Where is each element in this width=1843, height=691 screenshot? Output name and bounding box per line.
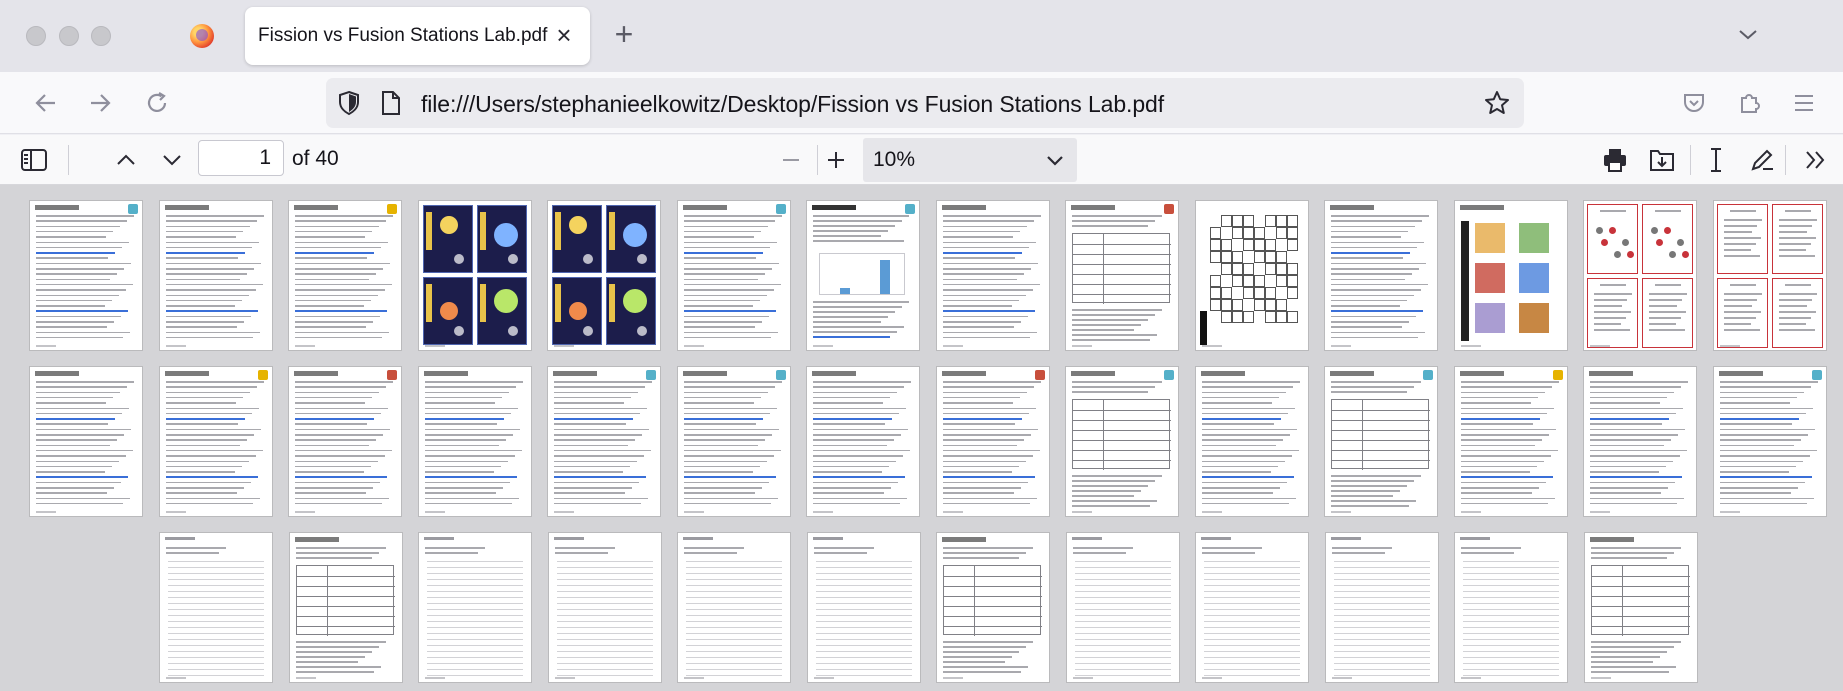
reload-icon[interactable]	[143, 89, 171, 117]
menu-icon[interactable]	[1790, 89, 1818, 117]
window-zoom-button[interactable]	[91, 26, 111, 46]
active-tab[interactable]: Fission vs Fusion Stations Lab.pdf ×	[245, 7, 590, 65]
tab-title: Fission vs Fusion Stations Lab.pdf	[258, 25, 548, 46]
pdf-page-thumbnail[interactable]	[418, 367, 531, 516]
pdf-page-thumbnail[interactable]	[1584, 533, 1697, 682]
pdf-page-thumbnail[interactable]	[419, 533, 531, 682]
tab-strip: Fission vs Fusion Stations Lab.pdf × +	[0, 0, 1843, 72]
pdf-page-thumbnail[interactable]	[937, 533, 1049, 682]
new-tab-button[interactable]: +	[609, 18, 639, 50]
pdf-toolbar: 1 of 40 10%	[0, 135, 1843, 185]
chevron-down-icon[interactable]	[158, 146, 186, 174]
back-arrow-icon[interactable]	[32, 89, 60, 117]
pdf-page-thumbnail[interactable]	[1066, 201, 1178, 350]
pdf-page-thumbnail[interactable]	[30, 367, 142, 516]
pdf-page-thumbnail[interactable]	[1713, 201, 1826, 350]
double-chevron-icon[interactable]	[1802, 146, 1830, 174]
pdf-page-thumbnail[interactable]	[289, 201, 401, 350]
pdf-page-thumbnail[interactable]	[160, 533, 272, 682]
pdf-page-thumbnail[interactable]	[1195, 201, 1308, 350]
pdf-page-thumbnail[interactable]	[30, 201, 142, 350]
pdf-page-thumbnail[interactable]	[1584, 367, 1696, 516]
forward-arrow-icon[interactable]	[86, 89, 114, 117]
url-text[interactable]: file:///Users/stephanieelkowitz/Desktop/…	[421, 91, 1164, 118]
pdf-page-thumbnail[interactable]	[1584, 201, 1696, 350]
pdf-page-thumbnail[interactable]	[1325, 201, 1437, 350]
pdf-page-thumbnail[interactable]	[1196, 533, 1308, 682]
pdf-page-thumbnail[interactable]	[1454, 367, 1567, 516]
save-icon[interactable]	[1648, 146, 1676, 174]
pen-icon[interactable]	[1748, 146, 1776, 174]
url-bar[interactable]: file:///Users/stephanieelkowitz/Desktop/…	[326, 78, 1524, 128]
pdf-page-thumbnail[interactable]	[1713, 367, 1826, 516]
pdf-page-thumbnail[interactable]	[418, 201, 531, 350]
pdf-page-thumbnail[interactable]	[1066, 367, 1178, 516]
pdf-page-thumbnail[interactable]	[548, 533, 661, 682]
minus-icon[interactable]	[777, 146, 805, 174]
pdf-page-thumbnail[interactable]	[807, 533, 920, 682]
zoom-value: 10%	[873, 148, 916, 171]
pdf-page-thumbnail[interactable]	[289, 533, 402, 682]
page-icon	[378, 90, 404, 116]
pdf-page-thumbnail[interactable]	[936, 367, 1049, 516]
page-number-input[interactable]: 1	[198, 140, 284, 176]
pdf-page-thumbnail[interactable]	[677, 367, 790, 516]
pdf-page-thumbnail[interactable]	[159, 201, 272, 350]
window-minimize-button[interactable]	[59, 26, 79, 46]
sidebar-toggle-icon[interactable]	[20, 146, 48, 174]
zoom-select[interactable]: 10%	[863, 138, 1077, 182]
chevron-down-icon[interactable]	[1736, 22, 1760, 46]
print-icon[interactable]	[1601, 146, 1629, 174]
pdf-page-thumbnail[interactable]	[1455, 533, 1567, 682]
window-close-button[interactable]	[26, 26, 46, 46]
pdf-page-thumbnail[interactable]	[1066, 533, 1179, 682]
pdf-page-thumbnail[interactable]	[1454, 201, 1567, 350]
pdf-page-thumbnail[interactable]	[289, 367, 401, 516]
page-count: of 40	[292, 147, 339, 170]
pdf-viewer[interactable]	[0, 185, 1843, 691]
pdf-page-thumbnail[interactable]	[548, 201, 660, 350]
firefox-logo-icon	[190, 24, 214, 48]
navigation-bar: file:///Users/stephanieelkowitz/Desktop/…	[0, 72, 1843, 134]
pdf-page-thumbnail[interactable]	[807, 367, 919, 516]
extensions-icon[interactable]	[1735, 89, 1763, 117]
pdf-page-thumbnail[interactable]	[1325, 533, 1438, 682]
text-cursor-icon[interactable]	[1702, 146, 1730, 174]
pdf-page-thumbnail[interactable]	[159, 367, 272, 516]
pocket-icon[interactable]	[1680, 89, 1708, 117]
chevron-down-icon	[1045, 150, 1065, 170]
pdf-page-thumbnail[interactable]	[1195, 367, 1308, 516]
chevron-up-icon[interactable]	[112, 146, 140, 174]
close-icon[interactable]: ×	[552, 22, 576, 48]
pdf-page-thumbnail[interactable]	[548, 367, 660, 516]
plus-icon[interactable]	[822, 146, 850, 174]
pdf-page-thumbnail[interactable]	[1325, 367, 1437, 516]
pdf-page-thumbnail[interactable]	[678, 533, 790, 682]
pdf-page-thumbnail[interactable]	[936, 201, 1049, 350]
pdf-page-thumbnail[interactable]	[677, 201, 790, 350]
pdf-page-thumbnail[interactable]	[807, 201, 919, 350]
star-icon[interactable]	[1484, 90, 1510, 116]
shield-icon[interactable]	[336, 90, 362, 116]
